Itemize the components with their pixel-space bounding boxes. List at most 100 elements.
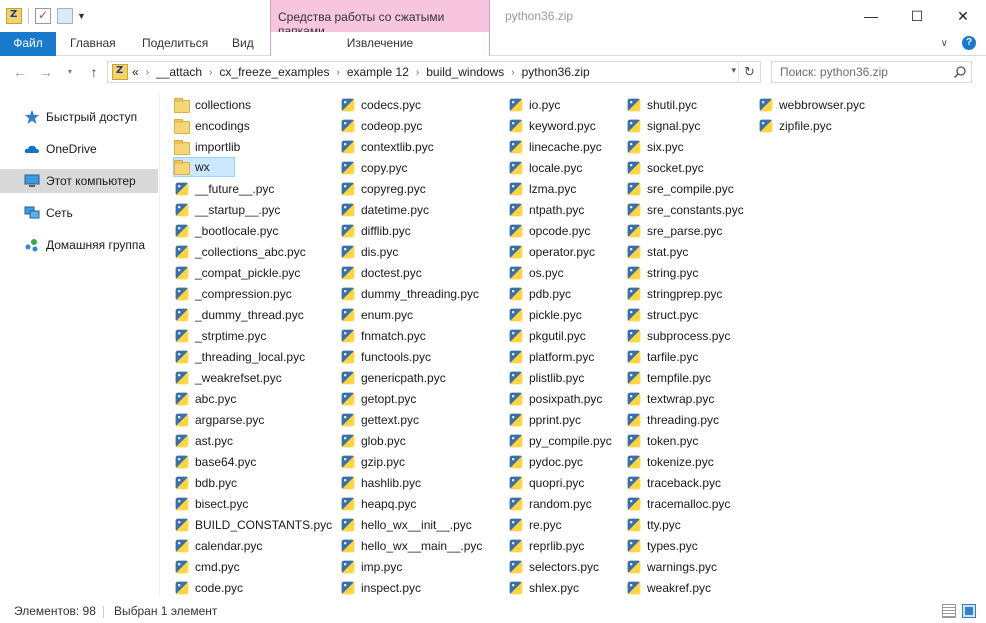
file-item[interactable]: warnings.pyc bbox=[626, 557, 717, 577]
file-item[interactable]: textwrap.pyc bbox=[626, 389, 714, 409]
file-item[interactable]: _threading_local.pyc bbox=[174, 347, 305, 367]
file-item[interactable]: tempfile.pyc bbox=[626, 368, 711, 388]
file-item[interactable]: stat.pyc bbox=[626, 242, 688, 262]
file-item[interactable]: getopt.pyc bbox=[340, 389, 416, 409]
file-item[interactable]: plistlib.pyc bbox=[508, 368, 584, 388]
tab-home[interactable]: Главная bbox=[58, 32, 128, 56]
file-item[interactable]: sre_constants.pyc bbox=[626, 200, 744, 220]
file-item[interactable]: keyword.pyc bbox=[508, 116, 596, 136]
file-item[interactable]: pprint.pyc bbox=[508, 410, 581, 430]
breadcrumb-item[interactable]: build_windows bbox=[426, 65, 504, 79]
file-item[interactable]: __future__.pyc bbox=[174, 179, 274, 199]
file-item[interactable]: difflib.pyc bbox=[340, 221, 411, 241]
file-item[interactable]: inspect.pyc bbox=[340, 578, 421, 598]
back-arrow-icon[interactable]: ← bbox=[10, 61, 30, 83]
file-item[interactable]: pydoc.pyc bbox=[508, 452, 583, 472]
file-item[interactable]: os.pyc bbox=[508, 263, 564, 283]
large-icons-view-icon[interactable] bbox=[962, 604, 976, 618]
file-item[interactable]: dis.pyc bbox=[340, 242, 398, 262]
folder-item[interactable]: importlib bbox=[174, 137, 240, 157]
file-item[interactable]: socket.pyc bbox=[626, 158, 704, 178]
file-item[interactable]: dummy_threading.pyc bbox=[340, 284, 479, 304]
file-item[interactable]: traceback.pyc bbox=[626, 473, 721, 493]
file-item[interactable]: glob.pyc bbox=[340, 431, 406, 451]
file-item[interactable]: _bootlocale.pyc bbox=[174, 221, 278, 241]
file-item[interactable]: operator.pyc bbox=[508, 242, 595, 262]
pane-divider[interactable] bbox=[159, 92, 160, 597]
file-item[interactable]: quopri.pyc bbox=[508, 473, 584, 493]
file-item[interactable]: pdb.pyc bbox=[508, 284, 571, 304]
tab-share[interactable]: Поделиться bbox=[130, 32, 220, 56]
nav-item-homegroup[interactable]: Домашняя группа bbox=[0, 233, 158, 257]
file-item[interactable]: signal.pyc bbox=[626, 116, 700, 136]
file-item[interactable]: copyreg.pyc bbox=[340, 179, 426, 199]
file-item[interactable]: six.pyc bbox=[626, 137, 684, 157]
file-item[interactable]: subprocess.pyc bbox=[626, 326, 730, 346]
file-item[interactable]: functools.pyc bbox=[340, 347, 431, 367]
breadcrumb-overflow[interactable]: « bbox=[132, 65, 139, 79]
minimize-button[interactable]: — bbox=[848, 0, 894, 32]
file-item[interactable]: ntpath.pyc bbox=[508, 200, 584, 220]
file-item[interactable]: codecs.pyc bbox=[340, 95, 421, 115]
file-item[interactable]: weakref.pyc bbox=[626, 578, 711, 598]
file-item[interactable]: py_compile.pyc bbox=[508, 431, 612, 451]
file-item[interactable]: gzip.pyc bbox=[340, 452, 405, 472]
nav-item-this-pc[interactable]: Этот компьютер bbox=[0, 169, 158, 193]
file-item[interactable]: types.pyc bbox=[626, 536, 698, 556]
file-item[interactable]: tty.pyc bbox=[626, 515, 681, 535]
file-item[interactable]: _strptime.pyc bbox=[174, 326, 266, 346]
file-item[interactable]: bisect.pyc bbox=[174, 494, 248, 514]
file-item[interactable]: __startup__.pyc bbox=[174, 200, 280, 220]
file-item[interactable]: pkgutil.pyc bbox=[508, 326, 586, 346]
search-icon[interactable] bbox=[953, 65, 967, 79]
new-folder-icon[interactable] bbox=[57, 8, 73, 24]
nav-item-quick-access[interactable]: Быстрый доступ bbox=[0, 105, 158, 129]
file-item[interactable]: codeop.pyc bbox=[340, 116, 422, 136]
file-item[interactable]: random.pyc bbox=[508, 494, 592, 514]
file-item[interactable]: tokenize.pyc bbox=[626, 452, 714, 472]
folder-item[interactable]: wx bbox=[173, 157, 235, 177]
file-item[interactable]: shlex.pyc bbox=[508, 578, 579, 598]
forward-arrow-icon[interactable]: → bbox=[36, 61, 56, 83]
file-item[interactable]: lzma.pyc bbox=[508, 179, 576, 199]
tab-view[interactable]: Вид bbox=[220, 32, 266, 56]
file-item[interactable]: cmd.pyc bbox=[174, 557, 240, 577]
file-item[interactable]: token.pyc bbox=[626, 431, 698, 451]
file-item[interactable]: fnmatch.pyc bbox=[340, 326, 426, 346]
breadcrumb-item[interactable]: __attach bbox=[156, 65, 202, 79]
file-item[interactable]: _weakrefset.pyc bbox=[174, 368, 282, 388]
chevron-right-icon[interactable]: › bbox=[416, 67, 419, 78]
folder-item[interactable]: collections bbox=[174, 95, 251, 115]
file-item[interactable]: threading.pyc bbox=[626, 410, 719, 430]
chevron-right-icon[interactable]: › bbox=[209, 67, 212, 78]
file-item[interactable]: stringprep.pyc bbox=[626, 284, 722, 304]
file-item[interactable]: hello_wx__init__.pyc bbox=[340, 515, 472, 535]
file-item[interactable]: ast.pyc bbox=[174, 431, 233, 451]
file-item[interactable]: re.pyc bbox=[508, 515, 562, 535]
breadcrumb-item[interactable]: example 12 bbox=[347, 65, 409, 79]
file-item[interactable]: tarfile.pyc bbox=[626, 347, 698, 367]
file-item[interactable]: hashlib.pyc bbox=[340, 473, 421, 493]
breadcrumb-item[interactable]: cx_freeze_examples bbox=[219, 65, 329, 79]
file-item[interactable]: tracemalloc.pyc bbox=[626, 494, 730, 514]
folder-item[interactable]: encodings bbox=[174, 116, 250, 136]
file-item[interactable]: base64.pyc bbox=[174, 452, 256, 472]
file-item[interactable]: opcode.pyc bbox=[508, 221, 590, 241]
help-icon[interactable]: ? bbox=[962, 36, 976, 50]
file-item[interactable]: copy.pyc bbox=[340, 158, 407, 178]
breadcrumb-item[interactable]: python36.zip bbox=[522, 65, 590, 79]
nav-item-onedrive[interactable]: OneDrive bbox=[0, 137, 158, 161]
file-item[interactable]: contextlib.pyc bbox=[340, 137, 434, 157]
chevron-right-icon[interactable]: › bbox=[511, 67, 514, 78]
address-bar[interactable]: « › __attach › cx_freeze_examples › exam… bbox=[107, 61, 761, 83]
maximize-button[interactable]: ☐ bbox=[894, 0, 940, 32]
nav-item-network[interactable]: Сеть bbox=[0, 201, 158, 225]
file-item[interactable]: hello_wx__main__.pyc bbox=[340, 536, 482, 556]
file-item[interactable]: _compression.pyc bbox=[174, 284, 292, 304]
file-item[interactable]: webbrowser.pyc bbox=[758, 95, 865, 115]
file-item[interactable]: abc.pyc bbox=[174, 389, 236, 409]
refresh-icon[interactable]: ↻ bbox=[738, 62, 760, 82]
address-history-chevron-icon[interactable]: ▾ bbox=[731, 65, 736, 76]
search-box[interactable] bbox=[771, 61, 972, 83]
file-item[interactable]: _dummy_thread.pyc bbox=[174, 305, 304, 325]
